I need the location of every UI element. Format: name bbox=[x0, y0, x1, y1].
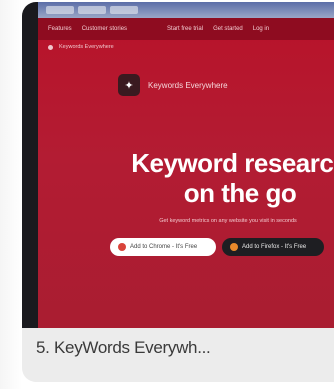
screenshot-thumbnail[interactable]: Features Customer stories Start free tri… bbox=[22, 2, 334, 328]
chrome-icon bbox=[118, 243, 126, 251]
add-to-firefox-button[interactable]: Add to Firefox - It's Free bbox=[222, 238, 324, 256]
nav-item-start-free-trial: Start free trial bbox=[167, 26, 204, 32]
browser-tab bbox=[110, 6, 138, 14]
site-subnav: Keywords Everywhere bbox=[38, 40, 334, 54]
add-to-chrome-button[interactable]: Add to Chrome - It's Free bbox=[110, 238, 216, 256]
result-card[interactable]: Features Customer stories Start free tri… bbox=[22, 2, 334, 382]
browser-tab bbox=[46, 6, 74, 14]
browser-tab bbox=[78, 6, 106, 14]
browser-tab-strip bbox=[38, 2, 334, 18]
bullet-icon bbox=[48, 44, 53, 50]
card-caption[interactable]: 5. KeyWords Everywh... bbox=[36, 338, 211, 358]
site-nav: Features Customer stories Start free tri… bbox=[38, 18, 334, 40]
nav-item-features: Features bbox=[48, 26, 72, 32]
add-to-firefox-label: Add to Firefox - It's Free bbox=[242, 244, 307, 250]
brand-name: Keywords Everywhere bbox=[148, 80, 228, 90]
firefox-icon bbox=[230, 243, 238, 251]
brand-logo-icon: ✦ bbox=[118, 74, 140, 96]
hero-subtext: Get keyword metrics on any website you v… bbox=[159, 218, 297, 224]
nav-item-customer-stories: Customer stories bbox=[81, 26, 128, 32]
add-to-chrome-label: Add to Chrome - It's Free bbox=[130, 244, 198, 250]
website-page: Features Customer stories Start free tri… bbox=[38, 18, 334, 328]
left-margin bbox=[0, 0, 22, 389]
nav-item-get-started: Get started bbox=[213, 26, 243, 32]
hero-headline-line2: on the go bbox=[183, 178, 297, 208]
brand: ✦ Keywords Everywhere bbox=[118, 74, 228, 96]
subnav-item: Keywords Everywhere bbox=[59, 44, 114, 50]
hero-headline: Keyword research on the go bbox=[106, 148, 334, 208]
hero-headline-line1: Keyword research bbox=[131, 148, 334, 178]
nav-item-log-in: Log in bbox=[252, 26, 270, 32]
